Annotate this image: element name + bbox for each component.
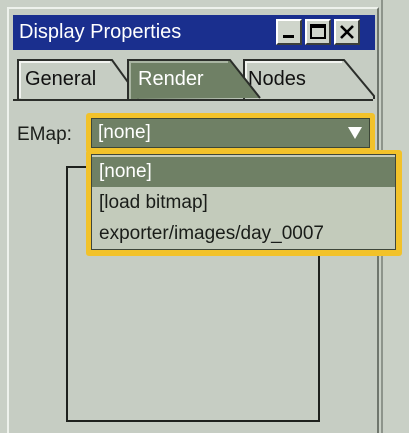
emap-dropdown-field[interactable]: [none] bbox=[91, 118, 370, 148]
title-bar[interactable]: Display Properties bbox=[13, 15, 375, 50]
maximize-icon bbox=[310, 24, 326, 39]
emap-dropdown[interactable]: [none] bbox=[86, 113, 375, 153]
tab-divider bbox=[13, 99, 373, 101]
window-title: Display Properties bbox=[19, 21, 182, 43]
emap-options-list: [none] [load bitmap] exporter/images/day… bbox=[86, 150, 402, 256]
close-icon bbox=[340, 25, 354, 39]
tab-general-label: General bbox=[25, 68, 97, 90]
chevron-down-icon[interactable] bbox=[347, 125, 363, 141]
tab-nodes[interactable]: Nodes bbox=[242, 58, 378, 99]
emap-label: EMap: bbox=[17, 124, 72, 145]
tab-bar: Nodes General Render bbox=[13, 58, 375, 100]
minimize-button[interactable] bbox=[276, 19, 302, 45]
close-button[interactable] bbox=[334, 19, 360, 45]
tab-render[interactable]: Render bbox=[126, 58, 262, 99]
emap-dropdown-value: [none] bbox=[98, 122, 151, 143]
minimize-icon bbox=[283, 35, 294, 38]
list-item[interactable]: [load bitmap] bbox=[92, 188, 395, 218]
emap-options-container: [none] [load bitmap] exporter/images/day… bbox=[91, 154, 396, 250]
maximize-button[interactable] bbox=[305, 19, 331, 45]
list-item[interactable]: exporter/images/day_0007 bbox=[92, 219, 395, 249]
tab-render-label: Render bbox=[138, 68, 204, 90]
list-item[interactable]: [none] bbox=[92, 157, 395, 187]
tab-general[interactable]: General bbox=[16, 58, 140, 99]
